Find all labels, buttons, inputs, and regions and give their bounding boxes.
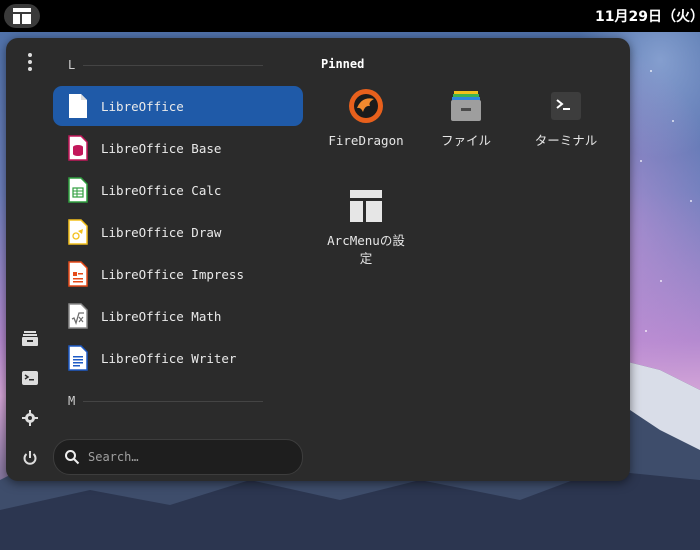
app-item-libreoffice-base[interactable]: LibreOffice Base bbox=[53, 128, 303, 168]
arcmenu-settings-icon bbox=[350, 190, 382, 222]
libreoffice-calc-icon bbox=[68, 177, 88, 203]
libreoffice-writer-icon bbox=[68, 345, 88, 371]
clock[interactable]: 11月29日（火） bbox=[595, 6, 700, 26]
app-item-libreoffice-calc[interactable]: LibreOffice Calc bbox=[53, 170, 303, 210]
terminal-icon[interactable] bbox=[20, 368, 40, 388]
top-bar: 11月29日（火） bbox=[0, 0, 700, 32]
firedragon-icon bbox=[349, 89, 383, 123]
section-divider bbox=[83, 65, 263, 66]
search-icon bbox=[65, 450, 80, 465]
terminal-icon bbox=[551, 92, 581, 120]
app-item-libreoffice-math[interactable]: LibreOffice Math bbox=[53, 296, 303, 336]
app-item-libreoffice-impress[interactable]: LibreOffice Impress bbox=[53, 254, 303, 294]
app-item-libreoffice-writer[interactable]: LibreOffice Writer bbox=[53, 338, 303, 378]
search-placeholder: Search… bbox=[88, 450, 139, 464]
settings-gear-icon[interactable] bbox=[20, 408, 40, 428]
pinned-title: Pinned bbox=[321, 57, 365, 71]
power-icon[interactable] bbox=[20, 448, 40, 468]
libreoffice-base-icon bbox=[68, 135, 88, 161]
files-icon[interactable] bbox=[20, 328, 40, 348]
pinned-item-terminal[interactable]: ターミナル bbox=[518, 88, 614, 150]
libreoffice-math-icon bbox=[68, 303, 88, 329]
arcmenu-button[interactable] bbox=[4, 4, 40, 28]
libreoffice-icon bbox=[69, 94, 87, 118]
files-icon bbox=[451, 91, 481, 121]
section-label-m: M bbox=[68, 394, 76, 408]
arcmenu-panel: L LibreOffice LibreOffice Base LibreOffi… bbox=[6, 38, 630, 481]
search-input[interactable]: Search… bbox=[53, 439, 303, 475]
pinned-item-firedragon[interactable]: FireDragon bbox=[318, 88, 414, 150]
pinned-item-files[interactable]: ファイル bbox=[418, 88, 514, 150]
section-label-l: L bbox=[68, 58, 76, 72]
libreoffice-draw-icon bbox=[68, 219, 88, 245]
more-options-icon[interactable] bbox=[20, 52, 40, 72]
app-item-libreoffice[interactable]: LibreOffice bbox=[53, 86, 303, 126]
section-divider bbox=[83, 401, 263, 402]
layout-icon bbox=[13, 8, 31, 24]
pinned-item-arcmenu-settings[interactable]: ArcMenuの設定 bbox=[318, 188, 414, 268]
app-item-libreoffice-draw[interactable]: LibreOffice Draw bbox=[53, 212, 303, 252]
libreoffice-impress-icon bbox=[68, 261, 88, 287]
